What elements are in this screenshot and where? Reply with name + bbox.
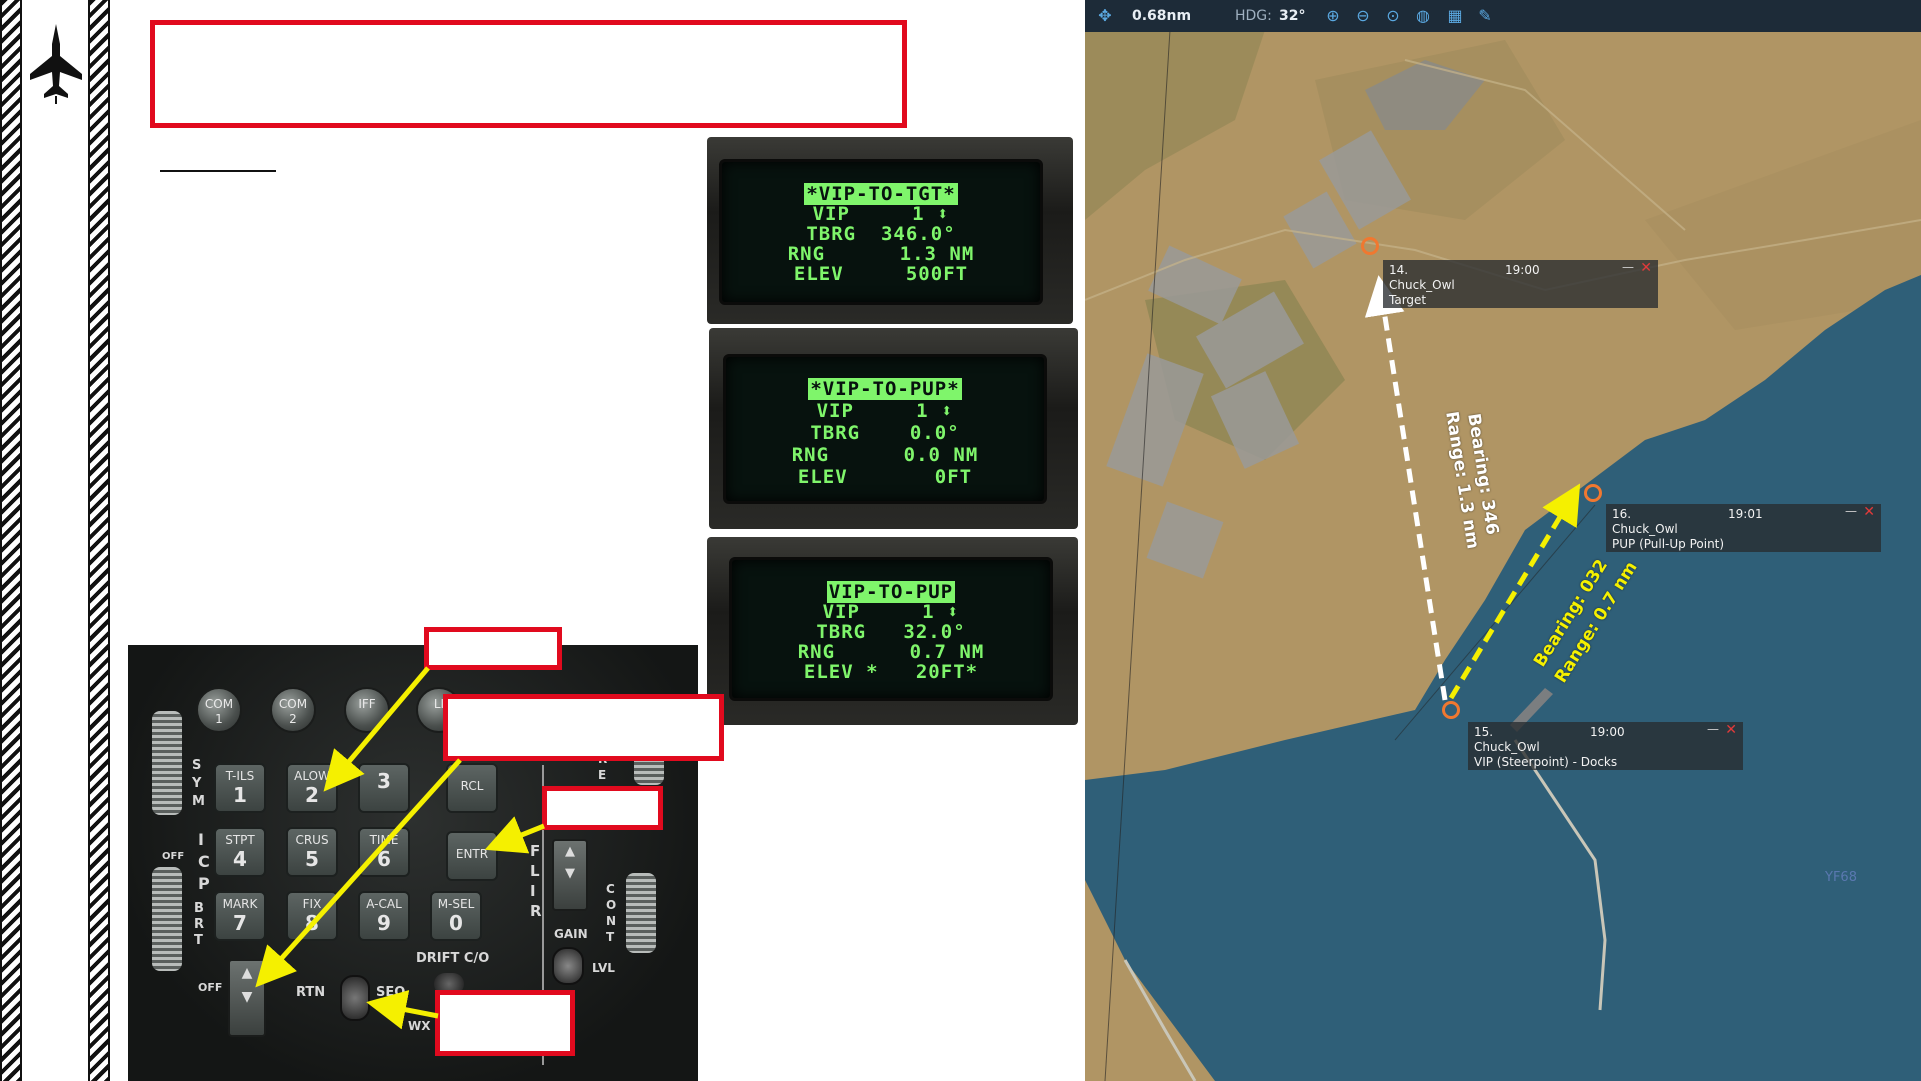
- waypoint-desc: Target: [1389, 293, 1427, 307]
- waypoint-marker-pup[interactable]: [1584, 484, 1602, 502]
- minimize-icon[interactable]: —: [1845, 504, 1857, 519]
- close-icon[interactable]: ✕: [1863, 505, 1875, 520]
- waypoint-owner: Chuck_Owl: [1389, 278, 1455, 292]
- waypoint-marker-target[interactable]: [1361, 237, 1379, 255]
- map-view[interactable]: ✥ 0.68nm HDG: 32° ⊕ ⊖ ⊙ ◍ ▦ ✎ 14. 19:00 …: [1085, 0, 1921, 1081]
- waypoint-owner: Chuck_Owl: [1612, 522, 1678, 536]
- waypoint-owner: Chuck_Owl: [1474, 740, 1540, 754]
- waypoint-time: 19:00: [1590, 725, 1625, 739]
- waypoint-card-vip[interactable]: 15. 19:00 — ✕ Chuck_Owl VIP (Steerpoint)…: [1468, 722, 1743, 770]
- arrow-to-entr-key: [484, 816, 545, 854]
- grid-square-label: YF68: [1825, 870, 1857, 885]
- waypoint-time: 19:01: [1728, 507, 1763, 521]
- waypoint-id: 15.: [1474, 725, 1494, 739]
- waypoint-time: 19:00: [1505, 263, 1540, 277]
- minimize-icon[interactable]: —: [1622, 260, 1634, 275]
- minimize-icon[interactable]: —: [1707, 722, 1719, 737]
- waypoint-id: 14.: [1389, 263, 1409, 277]
- arrow-to-alow-key: [323, 666, 430, 792]
- arrow-to-dcs-switch: [255, 758, 462, 988]
- waypoint-card-pup[interactable]: 16. 19:01 — ✕ Chuck_Owl PUP (Pull-Up Poi…: [1606, 504, 1881, 552]
- waypoint-card-target[interactable]: 14. 19:00 — ✕ Chuck_Owl Target: [1383, 260, 1658, 308]
- vip-to-target-line: [1364, 275, 1448, 701]
- waypoint-id: 16.: [1612, 507, 1632, 521]
- close-icon[interactable]: ✕: [1640, 261, 1652, 276]
- waypoint-marker-vip[interactable]: [1442, 701, 1460, 719]
- waypoint-desc: VIP (Steerpoint) - Docks: [1474, 755, 1618, 769]
- icp-callout-arrows: [255, 666, 545, 1030]
- arrow-to-rtn-toggle: [366, 990, 439, 1030]
- close-icon[interactable]: ✕: [1725, 723, 1737, 738]
- waypoint-desc: PUP (Pull-Up Point): [1612, 537, 1725, 551]
